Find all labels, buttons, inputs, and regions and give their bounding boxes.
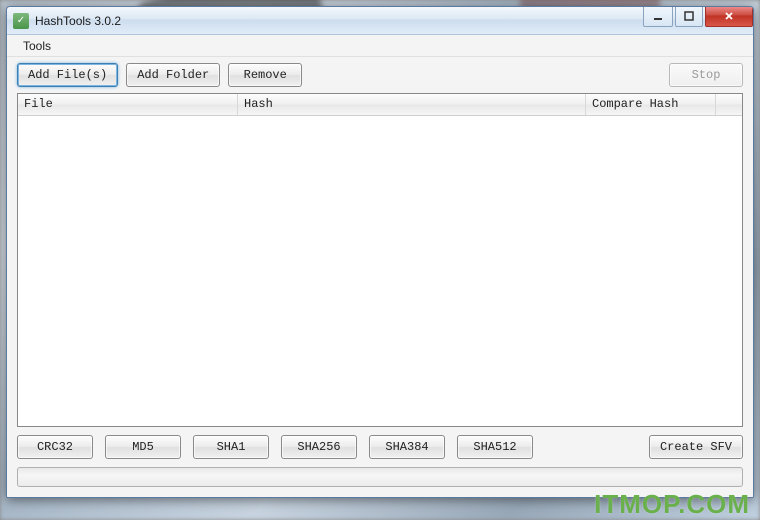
sha384-button[interactable]: SHA384 <box>369 435 445 459</box>
list-headers: File Hash Compare Hash <box>18 94 742 116</box>
top-toolbar: Add File(s) Add Folder Remove Stop <box>17 63 743 87</box>
file-list[interactable]: File Hash Compare Hash <box>17 93 743 427</box>
sha256-button[interactable]: SHA256 <box>281 435 357 459</box>
md5-button[interactable]: MD5 <box>105 435 181 459</box>
column-hash[interactable]: Hash <box>238 94 586 115</box>
app-icon <box>13 13 29 29</box>
crc32-button[interactable]: CRC32 <box>17 435 93 459</box>
maximize-button[interactable] <box>675 7 703 27</box>
column-compare[interactable]: Compare Hash <box>586 94 716 115</box>
progress-bar <box>17 467 743 487</box>
client-area: Add File(s) Add Folder Remove Stop File … <box>7 57 753 497</box>
stop-button[interactable]: Stop <box>669 63 743 87</box>
watermark: ITMOP.COM <box>594 489 750 520</box>
titlebar[interactable]: HashTools 3.0.2 <box>7 7 753 35</box>
column-file[interactable]: File <box>18 94 238 115</box>
hash-toolbar: CRC32 MD5 SHA1 SHA256 SHA384 SHA512 Crea… <box>17 435 743 459</box>
menu-tools[interactable]: Tools <box>15 37 59 55</box>
window-controls <box>641 7 753 27</box>
column-tail <box>716 94 742 115</box>
create-sfv-button[interactable]: Create SFV <box>649 435 743 459</box>
add-files-button[interactable]: Add File(s) <box>17 63 118 87</box>
list-body[interactable] <box>18 116 742 426</box>
minimize-icon <box>652 11 664 21</box>
remove-button[interactable]: Remove <box>228 63 302 87</box>
app-window: HashTools 3.0.2 Tools Add File(s) Add Fo… <box>6 6 754 498</box>
window-title: HashTools 3.0.2 <box>35 14 641 28</box>
maximize-icon <box>683 11 695 21</box>
close-button[interactable] <box>705 7 753 27</box>
minimize-button[interactable] <box>643 7 673 27</box>
sha1-button[interactable]: SHA1 <box>193 435 269 459</box>
menubar: Tools <box>7 35 753 57</box>
add-folder-button[interactable]: Add Folder <box>126 63 220 87</box>
sha512-button[interactable]: SHA512 <box>457 435 533 459</box>
close-icon <box>723 11 735 21</box>
